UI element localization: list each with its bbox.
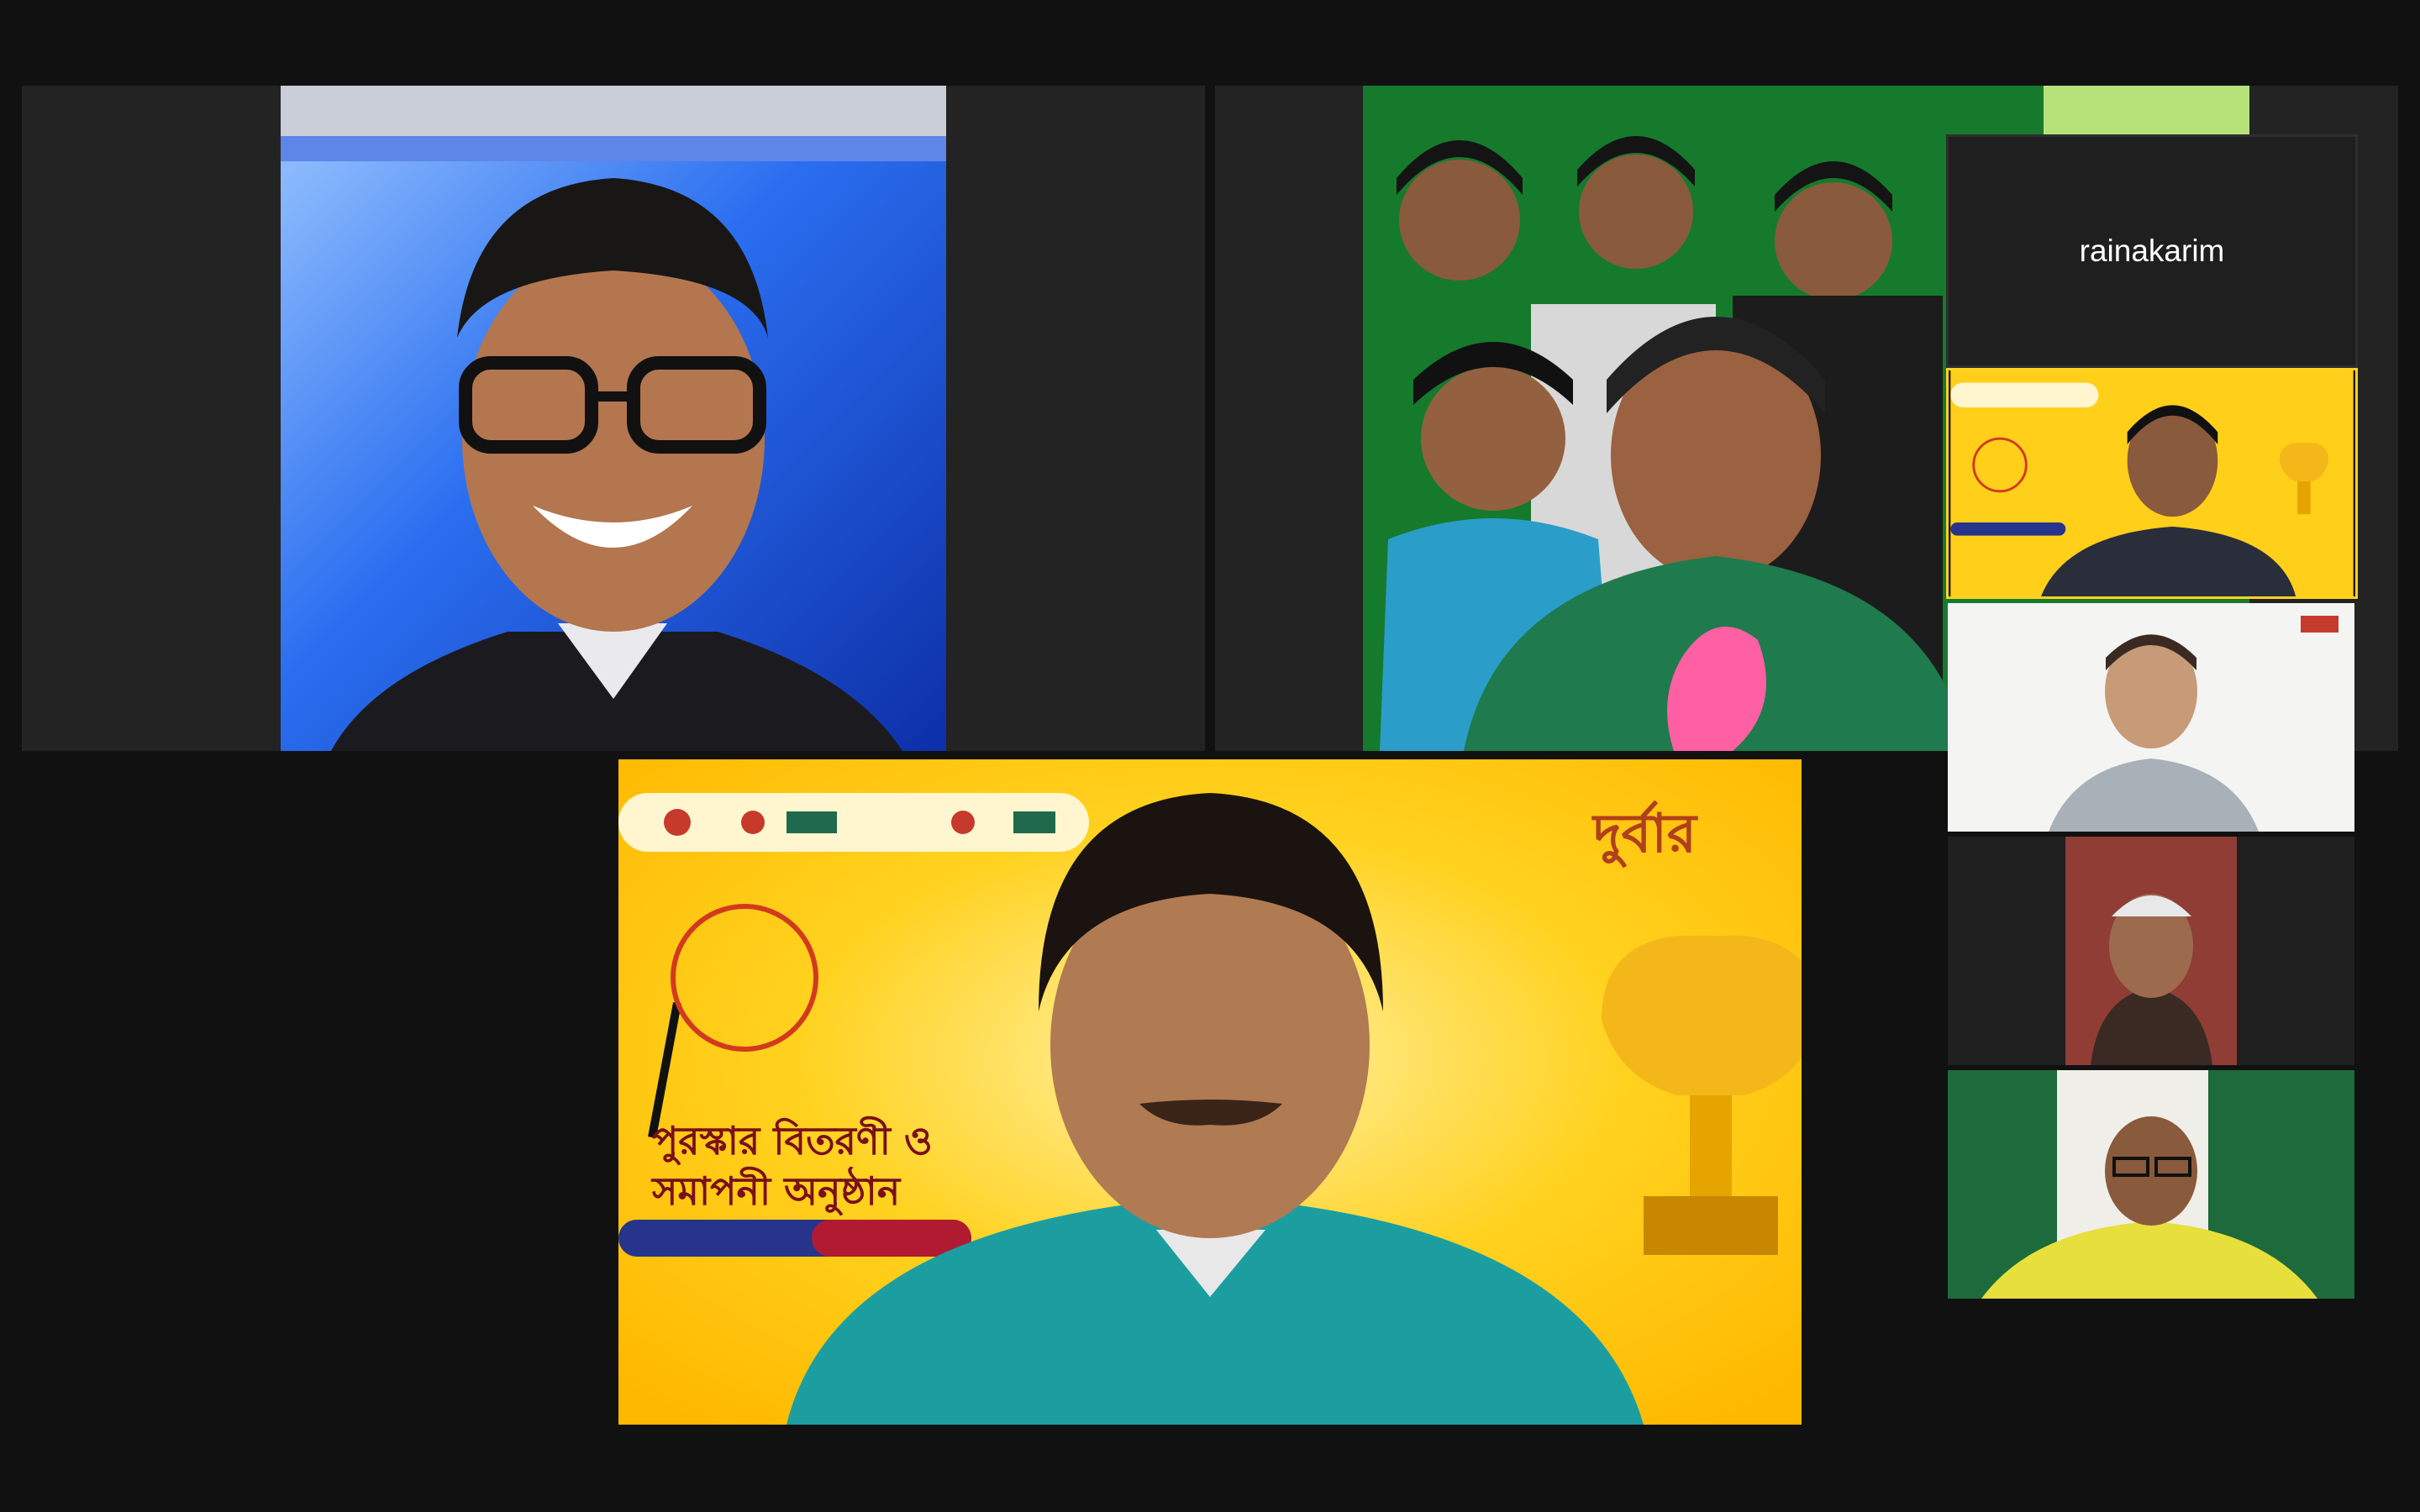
svg-text:সমাপনী অনুষ্ঠান: সমাপনী অনুষ্ঠান (650, 1166, 902, 1215)
participant-thumb-yellow[interactable] (1946, 368, 2358, 599)
participant-thumb-white[interactable] (1948, 603, 2354, 832)
thumb-yellow-video (1950, 370, 2354, 596)
svg-text:পুরস্কার বিতরণী ও: পুরস্কার বিতরণী ও (652, 1116, 933, 1165)
thumb-red-video (1948, 837, 2354, 1065)
participant-tile-rainakarim[interactable]: rainakarim (1946, 134, 2358, 368)
participant-thumb-red[interactable] (1948, 837, 2354, 1065)
main-speaker-video-frame: পুরস্কার বিতরণী ও সমাপনী অনুষ্ঠান দুর্বা… (618, 759, 1802, 1425)
speaker-1-video (281, 86, 946, 751)
participant-name: rainakarim (2079, 234, 2225, 268)
svg-text:দুর্বার: দুর্বার (1591, 799, 1699, 869)
video-tile-main-speaker[interactable]: পুরস্কার বিতরণী ও সমাপনী অনুষ্ঠান দুর্বা… (618, 759, 1802, 1425)
thumb-green-video (1948, 1070, 2354, 1299)
speaker-1-video-frame (281, 86, 946, 751)
main-speaker-video: পুরস্কার বিতরণী ও সমাপনী অনুষ্ঠান দুর্বা… (618, 759, 1802, 1425)
thumb-white-video (1948, 603, 2354, 832)
participant-thumb-green[interactable] (1948, 1070, 2354, 1299)
video-tile-speaker-1[interactable] (22, 86, 1205, 751)
